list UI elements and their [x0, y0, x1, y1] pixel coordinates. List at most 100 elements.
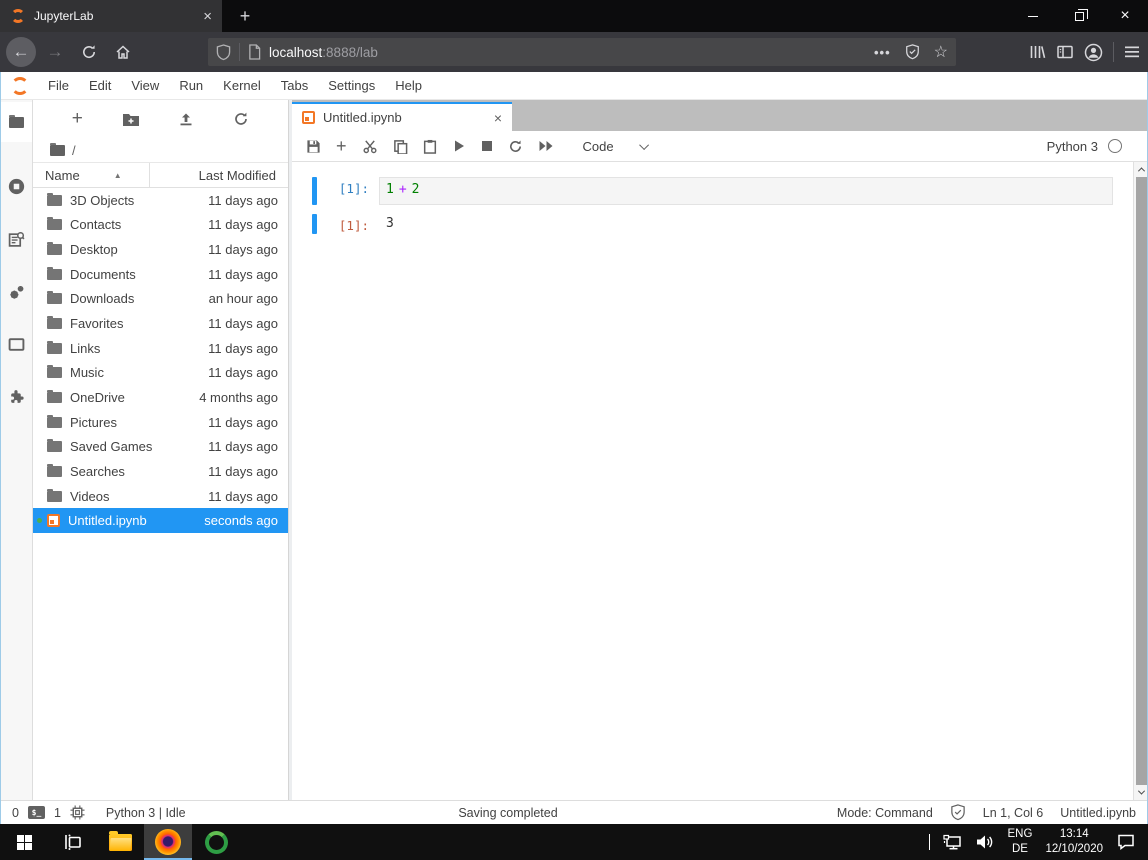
- file-browser-toolbar: +: [33, 100, 288, 138]
- file-explorer-button[interactable]: [96, 824, 144, 860]
- forward-button[interactable]: →: [40, 37, 70, 67]
- menu-item[interactable]: Run: [169, 78, 213, 93]
- copy-cells-button[interactable]: [393, 139, 408, 154]
- add-cell-button[interactable]: +: [336, 137, 347, 155]
- breadcrumb-root[interactable]: /: [72, 143, 76, 158]
- action-center-icon[interactable]: [1116, 833, 1136, 851]
- shield-check-icon[interactable]: [905, 44, 920, 60]
- reload-button[interactable]: [74, 37, 104, 67]
- file-row[interactable]: Links 11 days ago: [33, 336, 288, 361]
- app-taskbar-button[interactable]: [192, 824, 240, 860]
- menu-hamburger-icon[interactable]: [1124, 45, 1140, 59]
- sidebar-panel-icon[interactable]: [1056, 43, 1074, 61]
- file-row[interactable]: Music 11 days ago: [33, 360, 288, 385]
- file-row[interactable]: Searches 11 days ago: [33, 459, 288, 484]
- kernel-status-text[interactable]: Python 3 | Idle: [106, 806, 186, 820]
- library-icon[interactable]: [1028, 43, 1046, 61]
- running-sessions-status[interactable]: 0 $_ 1 Python 3 | Idle: [12, 805, 186, 820]
- task-view-button[interactable]: [48, 824, 96, 860]
- menu-item[interactable]: Help: [385, 78, 432, 93]
- windows-start-icon: [16, 834, 33, 851]
- kernel-status-icon[interactable]: [1108, 139, 1122, 153]
- run-cell-button[interactable]: [452, 139, 466, 153]
- menu-item[interactable]: Settings: [318, 78, 385, 93]
- notebook-scrollbar[interactable]: [1133, 162, 1148, 800]
- tab-close-icon[interactable]: ×: [203, 9, 212, 24]
- cursor-position[interactable]: Ln 1, Col 6: [983, 806, 1043, 820]
- file-row[interactable]: 3D Objects 11 days ago: [33, 188, 288, 213]
- clock[interactable]: 13:14 12/10/2020: [1045, 827, 1103, 857]
- command-mode-indicator[interactable]: Mode: Command: [837, 806, 933, 820]
- url-bar[interactable]: localhost:8888/lab ••• ☆: [208, 38, 956, 66]
- volume-icon[interactable]: [976, 834, 995, 850]
- cell-output-area[interactable]: [1]: 3: [312, 214, 1113, 234]
- sidebar-item-filebrowser[interactable]: [0, 102, 32, 142]
- file-modified: an hour ago: [209, 291, 278, 306]
- scroll-up-button[interactable]: [1134, 162, 1148, 177]
- refresh-file-list-button[interactable]: [233, 111, 249, 127]
- sidebar-item-open-tabs[interactable]: [0, 324, 32, 364]
- home-button[interactable]: [108, 37, 138, 67]
- paste-cells-button[interactable]: [423, 139, 437, 154]
- column-header-name[interactable]: Name ▲: [33, 163, 150, 187]
- menu-item[interactable]: Tabs: [271, 78, 318, 93]
- column-header-modified[interactable]: Last Modified: [150, 168, 288, 183]
- bookmark-star-icon[interactable]: ☆: [934, 42, 948, 62]
- file-type-icon: [47, 441, 62, 452]
- scroll-down-button[interactable]: [1134, 785, 1148, 800]
- file-row[interactable]: Saved Games 11 days ago: [33, 434, 288, 459]
- file-row[interactable]: Desktop 11 days ago: [33, 237, 288, 262]
- upload-button[interactable]: [178, 111, 194, 127]
- interrupt-kernel-button[interactable]: [481, 140, 493, 152]
- cut-cells-button[interactable]: [362, 139, 378, 154]
- account-icon[interactable]: [1084, 43, 1103, 62]
- new-launcher-button[interactable]: +: [72, 108, 83, 130]
- window-restore-button[interactable]: [1056, 0, 1102, 32]
- menu-item[interactable]: File: [38, 78, 79, 93]
- network-icon[interactable]: [943, 834, 963, 851]
- code-token: 1: [386, 182, 394, 197]
- sidebar-item-running[interactable]: [0, 166, 32, 206]
- chevron-up-icon: [929, 834, 930, 850]
- browser-tab[interactable]: JupyterLab ×: [0, 0, 222, 32]
- menu-item[interactable]: Kernel: [213, 78, 271, 93]
- restart-kernel-button[interactable]: [508, 139, 523, 154]
- file-row[interactable]: Contacts 11 days ago: [33, 213, 288, 238]
- restart-run-all-button[interactable]: [538, 140, 554, 152]
- file-row[interactable]: Downloads an hour ago: [33, 287, 288, 312]
- menu-item[interactable]: View: [121, 78, 169, 93]
- file-row[interactable]: OneDrive 4 months ago: [33, 385, 288, 410]
- kernel-name[interactable]: Python 3: [1047, 139, 1098, 154]
- file-row[interactable]: Pictures 11 days ago: [33, 410, 288, 435]
- sidebar-item-commands[interactable]: [0, 219, 32, 259]
- cell-type-dropdown[interactable]: Code: [583, 139, 649, 154]
- notebook-tab-close-icon[interactable]: ×: [494, 111, 502, 125]
- language-indicator[interactable]: ENG DE: [1008, 827, 1033, 857]
- file-row[interactable]: Videos 11 days ago: [33, 484, 288, 509]
- back-button[interactable]: ←: [6, 37, 36, 67]
- sidebar-item-property-inspector[interactable]: [0, 272, 32, 312]
- notebook-tab[interactable]: Untitled.ipynb ×: [292, 102, 512, 131]
- show-hidden-icons-button[interactable]: [929, 835, 930, 850]
- jupyterlab-menubar: FileEditViewRunKernelTabsSettingsHelp: [0, 72, 1148, 100]
- page-actions-icon[interactable]: •••: [874, 45, 891, 60]
- run-icon: [452, 139, 466, 153]
- window-minimize-button[interactable]: [1010, 0, 1056, 32]
- scrollbar-thumb[interactable]: [1136, 177, 1147, 785]
- start-button[interactable]: [0, 824, 48, 860]
- new-tab-button[interactable]: +: [228, 0, 262, 32]
- url-text[interactable]: localhost:8888/lab: [269, 45, 874, 60]
- save-button[interactable]: [306, 139, 321, 154]
- file-row[interactable]: Documents 11 days ago: [33, 262, 288, 287]
- window-close-button[interactable]: ×: [1102, 0, 1148, 32]
- sidebar-item-extensions[interactable]: [0, 376, 32, 416]
- code-editor[interactable]: 1+2: [379, 177, 1113, 205]
- breadcrumb[interactable]: /: [33, 138, 288, 162]
- file-row[interactable]: Untitled.ipynb seconds ago: [33, 508, 288, 533]
- code-cell[interactable]: [1]: 1+2: [312, 177, 1113, 205]
- menu-item[interactable]: Edit: [79, 78, 121, 93]
- firefox-taskbar-button[interactable]: [144, 824, 192, 860]
- puzzle-icon: [8, 388, 25, 405]
- file-row[interactable]: Favorites 11 days ago: [33, 311, 288, 336]
- new-folder-button[interactable]: [122, 112, 140, 127]
